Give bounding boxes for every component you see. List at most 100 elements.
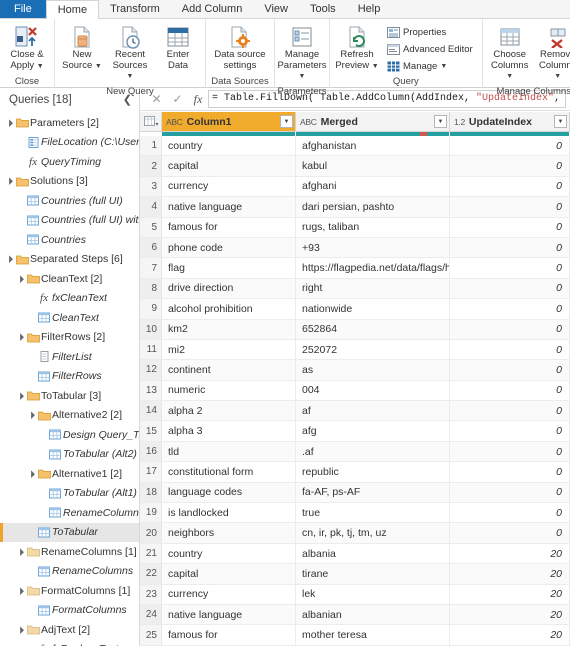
- cell-updateindex[interactable]: 0: [450, 319, 570, 339]
- table-row[interactable]: 17 constitutional form republic 0: [140, 462, 570, 483]
- chevron-down-icon[interactable]: ▼: [506, 73, 513, 80]
- table-row[interactable]: 13 numeric 004 0: [140, 380, 570, 402]
- query-item-formatcolumns-1[interactable]: ◢ FormatColumns [1]: [0, 581, 139, 601]
- cell-column1[interactable]: native language: [162, 197, 296, 217]
- query-item-totabular-alt1[interactable]: ToTabular (Alt1): [0, 484, 139, 504]
- table-row[interactable]: 14 alpha 2 af 0: [140, 401, 570, 422]
- table-row[interactable]: 11 mi2 252072 0: [140, 339, 570, 361]
- cell-column1[interactable]: currency: [162, 584, 296, 604]
- cell-updateindex[interactable]: 0: [450, 237, 570, 258]
- cell-column1[interactable]: capital: [162, 156, 296, 176]
- refresh-preview-button[interactable]: Refresh Preview ▼: [334, 22, 380, 74]
- cell-updateindex[interactable]: 0: [450, 299, 570, 319]
- cell-updateindex[interactable]: 20: [450, 604, 570, 625]
- cell-column1[interactable]: alpha 3: [162, 421, 296, 441]
- remove-columns-button[interactable]: Remove Columns ▼: [535, 22, 570, 85]
- cell-updateindex[interactable]: 0: [450, 421, 570, 441]
- cell-merged[interactable]: rugs, taliban: [296, 217, 450, 237]
- cell-column1[interactable]: famous for: [162, 217, 296, 237]
- table-row[interactable]: 7flaghttps://flagpedia.net/data/flags/h8…: [140, 258, 570, 279]
- table-row[interactable]: 3 currency afghani 0: [140, 176, 570, 198]
- cell-updateindex[interactable]: 20: [450, 584, 570, 604]
- chevron-down-icon[interactable]: ▼: [37, 63, 44, 70]
- grid-column-header-merged[interactable]: ABC Merged ▼: [296, 112, 450, 131]
- query-item-design-query-trans[interactable]: Design Query_Trans...: [0, 425, 139, 445]
- ribbon-tab-home[interactable]: Home: [45, 0, 100, 19]
- query-item-countries-full-ui[interactable]: Countries (full UI): [0, 191, 139, 211]
- cell-updateindex[interactable]: 0: [450, 339, 570, 360]
- choose-columns-button[interactable]: Choose Columns ▼: [487, 22, 533, 85]
- ribbon-tab-file[interactable]: File: [0, 0, 46, 18]
- cell-updateindex[interactable]: 0: [450, 156, 570, 176]
- chevron-down-icon[interactable]: ▼: [434, 115, 447, 128]
- table-row[interactable]: 25 famous for mother teresa 20: [140, 625, 570, 646]
- cell-column1[interactable]: phone code: [162, 237, 296, 258]
- cell-updateindex[interactable]: 0: [450, 278, 570, 299]
- table-row[interactable]: 16 tld .af 0: [140, 441, 570, 463]
- cell-updateindex[interactable]: 0: [450, 462, 570, 482]
- cell-updateindex[interactable]: 0: [450, 176, 570, 197]
- query-item-renamecolumns-1[interactable]: ◢ RenameColumns [1]: [0, 542, 139, 562]
- cell-merged[interactable]: albanian: [296, 604, 450, 625]
- cell-merged[interactable]: albania: [296, 543, 450, 564]
- query-item-alternative2-2[interactable]: ◢ Alternative2 [2]: [0, 406, 139, 426]
- cell-updateindex[interactable]: 0: [450, 197, 570, 217]
- table-row[interactable]: 22 capital tirane 20: [140, 564, 570, 585]
- table-row[interactable]: 8 drive direction right 0: [140, 278, 570, 300]
- data-source-settings-button[interactable]: Data source settings: [210, 22, 270, 73]
- cell-column1[interactable]: numeric: [162, 380, 296, 401]
- cell-updateindex[interactable]: 0: [450, 217, 570, 237]
- chevron-down-icon[interactable]: ▼: [372, 63, 379, 70]
- query-item-formatcolumns[interactable]: FormatColumns: [0, 601, 139, 621]
- cell-merged[interactable]: dari persian, pashto: [296, 197, 450, 217]
- ribbon-tab-tools[interactable]: Tools: [299, 0, 347, 18]
- table-row[interactable]: 20 neighbors cn, ir, pk, tj, tm, uz 0: [140, 523, 570, 544]
- query-item-renamecolumns[interactable]: RenameColumns: [0, 562, 139, 582]
- select-all-icon[interactable]: [140, 112, 162, 131]
- query-item-filterrows[interactable]: FilterRows: [0, 367, 139, 387]
- cell-merged[interactable]: true: [296, 503, 450, 523]
- table-row[interactable]: 4 native language dari persian, pashto 0: [140, 197, 570, 218]
- table-row[interactable]: 23 currency lek 20: [140, 584, 570, 605]
- queries-list[interactable]: ◢Parameters [2] FileLocation (C:\Users\L.…: [0, 111, 139, 646]
- cell-merged[interactable]: afghanistan: [296, 136, 450, 156]
- cell-column1[interactable]: neighbors: [162, 523, 296, 543]
- ribbon-tab-add-column[interactable]: Add Column: [171, 0, 254, 18]
- query-item-cleantext-2[interactable]: ◢ CleanText [2]: [0, 269, 139, 289]
- cell-updateindex[interactable]: 0: [450, 401, 570, 421]
- table-row[interactable]: 5 famous for rugs, taliban 0: [140, 217, 570, 238]
- query-item-countries[interactable]: Countries: [0, 230, 139, 250]
- cell-merged[interactable]: afg: [296, 421, 450, 441]
- grid-body[interactable]: 1 country afghanistan 0 2 capital kabul 0 3 curre…: [140, 136, 570, 646]
- grid-column-header-updateindex[interactable]: 1.2 UpdateIndex ▼: [450, 112, 570, 131]
- query-item-fxcleantext[interactable]: fx fxCleanText: [0, 289, 139, 309]
- cell-column1[interactable]: capital: [162, 564, 296, 584]
- manage-button[interactable]: Manage ▼: [384, 59, 476, 74]
- cell-merged[interactable]: cn, ir, pk, tj, tm, uz: [296, 523, 450, 543]
- table-row[interactable]: 1 country afghanistan 0: [140, 136, 570, 157]
- chevron-down-icon[interactable]: ▼: [280, 115, 293, 128]
- manage-parameters-button[interactable]: Manage Parameters ▼: [277, 22, 327, 85]
- table-row[interactable]: 21 country albania 20: [140, 543, 570, 565]
- chevron-down-icon[interactable]: ▼: [554, 115, 567, 128]
- cell-merged[interactable]: afghani: [296, 176, 450, 197]
- ribbon-tab-transform[interactable]: Transform: [99, 0, 171, 18]
- cell-merged[interactable]: republic: [296, 462, 450, 482]
- cell-column1[interactable]: constitutional form: [162, 462, 296, 482]
- grid-column-header-column1[interactable]: ABC Column1 ▼: [162, 112, 296, 131]
- cell-merged[interactable]: mother teresa: [296, 625, 450, 645]
- query-item-solutions-3[interactable]: ◢ Solutions [3]: [0, 172, 139, 192]
- cell-merged[interactable]: fa-AF, ps-AF: [296, 482, 450, 503]
- cell-column1[interactable]: flag: [162, 258, 296, 278]
- cell-merged[interactable]: .af: [296, 441, 450, 462]
- cell-column1[interactable]: country: [162, 136, 296, 156]
- query-item-alternative1-2[interactable]: ◢ Alternative1 [2]: [0, 464, 139, 484]
- close-apply-button[interactable]: Close & Apply ▼: [4, 22, 50, 74]
- cell-updateindex[interactable]: 20: [450, 625, 570, 645]
- ribbon-tab-view[interactable]: View: [253, 0, 299, 18]
- cell-column1[interactable]: currency: [162, 176, 296, 197]
- cell-merged[interactable]: https://flagpedia.net/data/flags/h80/af.…: [296, 258, 450, 278]
- query-item-separated-steps-6[interactable]: ◢ Separated Steps [6]: [0, 250, 139, 270]
- cell-merged[interactable]: 004: [296, 380, 450, 401]
- cell-merged[interactable]: right: [296, 278, 450, 299]
